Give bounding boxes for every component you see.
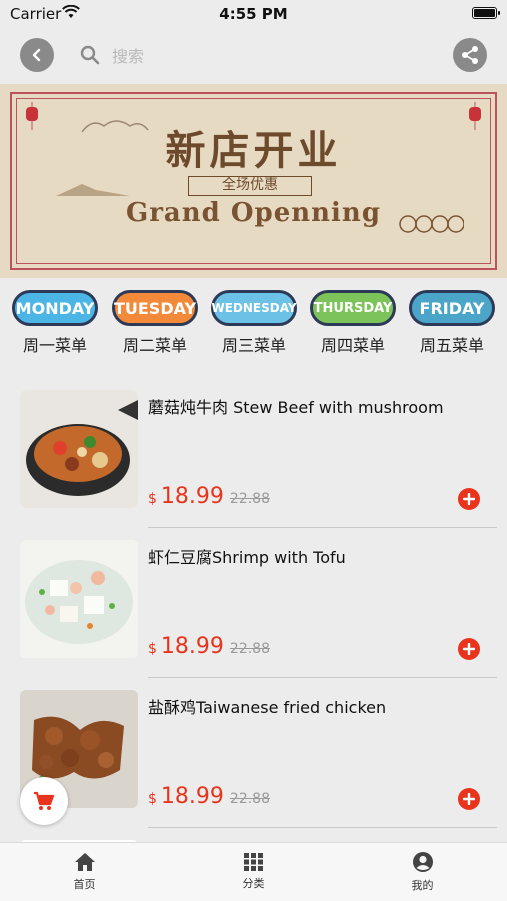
monday-badge: MONDAY (12, 290, 98, 326)
dish-name: 蘑菇炖牛肉 Stew Beef with mushroom (148, 398, 444, 417)
dish-photo (20, 540, 138, 658)
banner-subtitle: 全场优惠 (188, 176, 312, 196)
tab-category[interactable]: 分类 (169, 843, 338, 901)
bottom-tab-bar: 首页 分类 我的 (0, 842, 507, 901)
currency-symbol: $ (148, 791, 157, 807)
clock: 4:55 PM (219, 5, 288, 23)
day-menu-monday[interactable]: MONDAY 周一菜单 (10, 290, 100, 356)
dish-old-price: 22.88 (229, 491, 270, 507)
search-icon (80, 45, 100, 65)
wednesday-badge: WEDNESDAY (211, 290, 297, 326)
tab-profile[interactable]: 我的 (338, 843, 507, 901)
cart-button[interactable] (20, 777, 68, 825)
tab-home[interactable]: 首页 (0, 843, 169, 901)
tab-label: 分类 (242, 877, 265, 890)
weekday-menu-row: MONDAY 周一菜单 TUESDAY 周二菜单 WEDNESDAY 周三菜单 … (0, 290, 507, 370)
currency-symbol: $ (148, 641, 157, 657)
dish-price: 18.99 (160, 484, 224, 509)
day-menu-wednesday[interactable]: WEDNESDAY 周三菜单 (209, 290, 299, 356)
day-menu-tuesday[interactable]: TUESDAY 周二菜单 (110, 290, 200, 356)
price-row: $ 18.99 22.88 (148, 484, 270, 509)
day-label: 周四菜单 (320, 336, 385, 355)
day-label: 周一菜单 (22, 336, 87, 355)
list-item[interactable]: 虾仁豆腐Shrimp with Tofu $ 18.99 22.88 (0, 528, 507, 678)
dish-price: 18.99 (160, 634, 224, 659)
price-row: $ 18.99 22.88 (148, 634, 270, 659)
thursday-badge: THURSDAY (310, 290, 396, 326)
dish-name: 虾仁豆腐Shrimp with Tofu (148, 548, 346, 567)
battery-icon (472, 7, 500, 19)
list-item[interactable]: 蘑菇炖牛肉 Stew Beef with mushroom $ 18.99 22… (0, 378, 507, 528)
status-bar: Carrier 4:55 PM (0, 0, 507, 30)
plus-icon (463, 793, 475, 805)
account-icon (412, 852, 433, 872)
dish-old-price: 22.88 (229, 791, 270, 807)
promo-banner[interactable]: 新店开业 全场优惠 Grand Openning (0, 84, 507, 278)
grid-icon (243, 853, 263, 871)
day-label: 周二菜单 (122, 336, 187, 355)
mountain-decoration-icon (56, 184, 130, 196)
back-button[interactable] (20, 38, 54, 72)
dish-price: 18.99 (160, 784, 224, 809)
plus-icon (463, 493, 475, 505)
chevron-left-icon (32, 48, 41, 62)
list-item[interactable]: 盐酥鸡Taiwanese fried chicken $ 18.99 22.88 (0, 678, 507, 828)
friday-badge: FRIDAY (409, 290, 495, 326)
add-to-cart-button[interactable] (458, 788, 480, 810)
add-to-cart-button[interactable] (458, 638, 480, 660)
dish-name: 盐酥鸡Taiwanese fried chicken (148, 698, 387, 717)
tab-label: 首页 (73, 878, 96, 891)
share-icon (462, 46, 478, 64)
home-icon (74, 853, 95, 871)
day-label: 周三菜单 (221, 336, 286, 355)
price-row: $ 18.99 22.88 (148, 784, 270, 809)
day-label: 周五菜单 (419, 336, 484, 355)
banner-title: 新店开业 (165, 127, 342, 174)
search-input[interactable]: 搜索 (80, 40, 380, 70)
list-item[interactable] (0, 828, 507, 850)
top-bar: 搜索 (0, 30, 507, 82)
currency-symbol: $ (148, 491, 157, 507)
banner-title-en: Grand Openning (125, 198, 382, 228)
plus-icon (463, 643, 475, 655)
dish-old-price: 22.88 (229, 641, 270, 657)
day-menu-friday[interactable]: FRIDAY 周五菜单 (407, 290, 497, 356)
cart-icon (34, 791, 55, 810)
dish-photo (20, 390, 138, 508)
search-placeholder: 搜索 (112, 47, 145, 66)
share-button[interactable] (453, 38, 487, 72)
tab-label: 我的 (411, 879, 434, 892)
day-menu-thursday[interactable]: THURSDAY 周四菜单 (308, 290, 398, 356)
tuesday-badge: TUESDAY (112, 290, 198, 326)
add-to-cart-button[interactable] (458, 488, 480, 510)
